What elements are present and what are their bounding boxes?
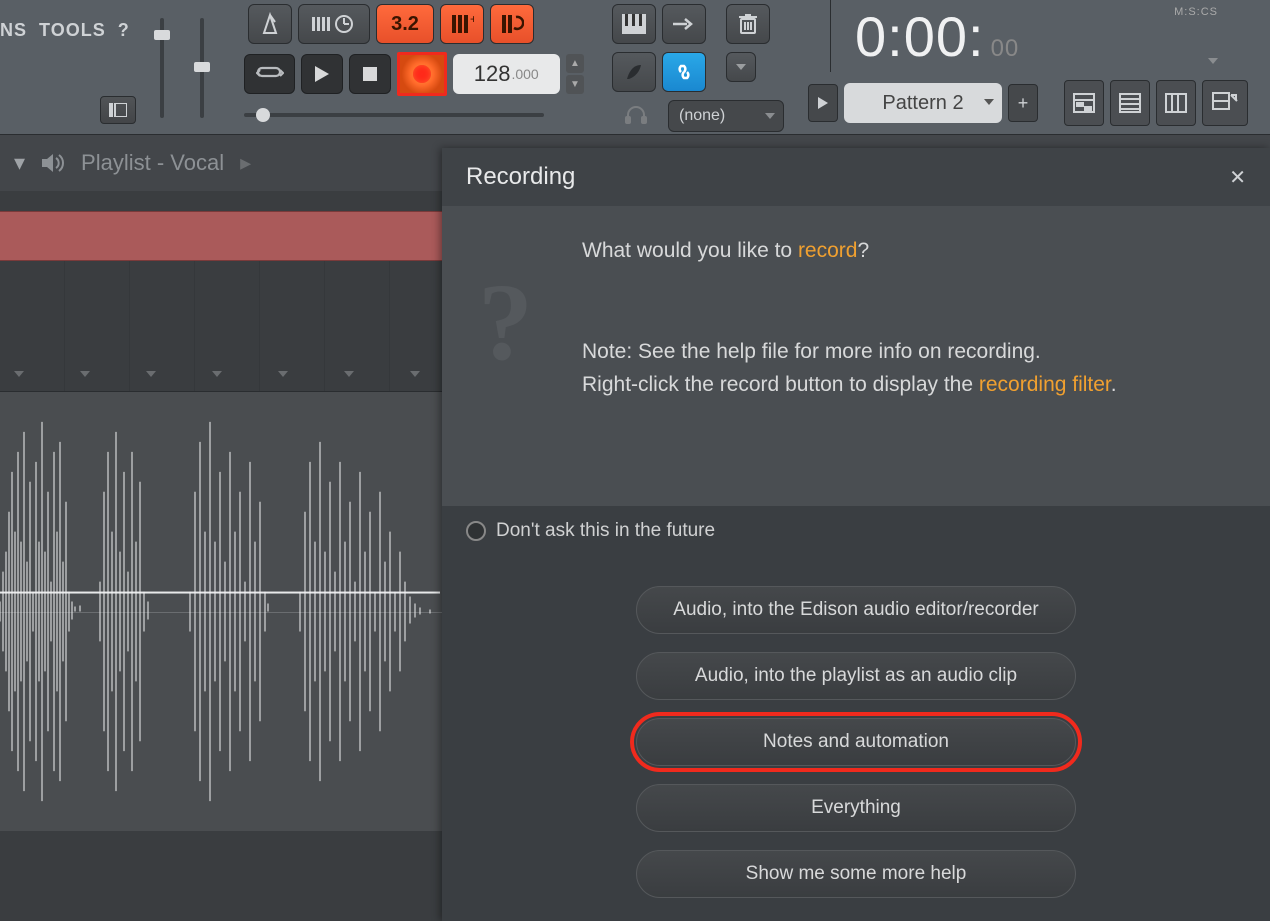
- dialog-titlebar: Recording ✕: [442, 148, 1270, 206]
- chevron-down-icon: [984, 99, 994, 105]
- pattern-song-toggle[interactable]: [244, 54, 295, 94]
- song-position-slider[interactable]: [244, 108, 544, 122]
- pattern-selector[interactable]: Pattern 2: [844, 83, 1002, 123]
- waveform-icon: [0, 392, 440, 831]
- chevron-down-icon: [765, 113, 775, 119]
- pattern-row: Pattern 2 +: [808, 78, 1248, 128]
- dont-ask-label: Don't ask this in the future: [496, 520, 715, 542]
- record-icon: [413, 65, 431, 83]
- playlist-menu-icon[interactable]: ▾: [14, 150, 25, 176]
- volume-fader[interactable]: [152, 8, 172, 128]
- link-icon[interactable]: [662, 52, 706, 92]
- browser-toggle-icon[interactable]: [100, 96, 136, 124]
- menu-tools[interactable]: TOOLS: [39, 20, 106, 40]
- option-audio-playlist[interactable]: Audio, into the playlist as an audio cli…: [636, 652, 1076, 700]
- time-display[interactable]: 0:00:00: [855, 4, 1019, 69]
- option-audio-edison[interactable]: Audio, into the Edison audio editor/reco…: [636, 586, 1076, 634]
- dialog-note2: Right-click the record button to display…: [582, 368, 1238, 402]
- add-pattern-button[interactable]: +: [1008, 84, 1038, 122]
- time-signature-button[interactable]: 3.2: [376, 4, 434, 44]
- option-everything[interactable]: Everything: [636, 784, 1076, 832]
- close-icon[interactable]: ✕: [1229, 165, 1246, 190]
- dialog-options: Audio, into the Edison audio editor/reco…: [442, 556, 1270, 918]
- trash-icon[interactable]: [726, 4, 770, 44]
- tempo-spinner[interactable]: ▲▼: [566, 54, 584, 94]
- time-panel: 0:00:00 M:S:CS: [830, 0, 1248, 72]
- transport-controls: 128.000 ▲▼: [244, 52, 584, 96]
- step-seq-icon[interactable]: [662, 4, 706, 44]
- dialog-body: ? What would you like to record? Note: S…: [442, 206, 1270, 506]
- countdown-icon[interactable]: +: [440, 4, 484, 44]
- dialog-note1: Note: See the help file for more info on…: [582, 335, 1238, 369]
- pattern-play-button[interactable]: [808, 84, 838, 122]
- kick-icon[interactable]: [612, 52, 656, 92]
- channel-rack-panel-icon[interactable]: [1156, 80, 1196, 126]
- time-mode-label: M:S:CS: [1174, 6, 1218, 18]
- dialog-question: What would you like to record?: [582, 234, 1238, 268]
- chevron-down-icon[interactable]: [1208, 58, 1218, 64]
- dont-ask-row[interactable]: Don't ask this in the future: [442, 506, 1270, 556]
- headphones-icon[interactable]: [620, 100, 652, 128]
- menu-options[interactable]: NS: [0, 20, 27, 40]
- dialog-title: Recording: [466, 163, 575, 191]
- playlist-panel-icon[interactable]: [1064, 80, 1104, 126]
- metronome-icon[interactable]: [248, 4, 292, 44]
- option-notes-automation[interactable]: Notes and automation: [636, 718, 1076, 766]
- top-toolbar: NS TOOLS ? 3.2 + 128.000 ▲▼ (none) 0:00:…: [0, 0, 1270, 135]
- option-more-help[interactable]: Show me some more help: [636, 850, 1076, 898]
- pitch-fader[interactable]: [192, 8, 212, 128]
- tempo-display[interactable]: 128.000: [453, 54, 560, 94]
- stop-button[interactable]: [349, 54, 391, 94]
- menu-help[interactable]: ?: [118, 20, 130, 40]
- playlist-next-icon[interactable]: ▸: [240, 150, 251, 176]
- recording-dialog: Recording ✕ ? What would you like to rec…: [442, 148, 1270, 921]
- playlist-title: Playlist - Vocal: [81, 150, 224, 176]
- record-button[interactable]: [397, 52, 447, 96]
- piano-roll-icon[interactable]: [612, 4, 656, 44]
- play-button[interactable]: [301, 54, 343, 94]
- question-mark-icon: ?: [478, 234, 533, 410]
- midi-input-selector[interactable]: (none): [668, 100, 784, 132]
- speaker-icon[interactable]: [41, 153, 65, 173]
- loop-record-icon[interactable]: [490, 4, 534, 44]
- menu-fragment: NS TOOLS ?: [0, 20, 136, 41]
- mixer-panel-icon[interactable]: [1202, 80, 1248, 126]
- radio-icon[interactable]: [466, 521, 486, 541]
- piano-roll-panel-icon[interactable]: [1110, 80, 1150, 126]
- dropdown-icon[interactable]: [726, 52, 756, 82]
- svg-text:+: +: [470, 13, 474, 26]
- wait-for-input-icon[interactable]: [298, 4, 370, 44]
